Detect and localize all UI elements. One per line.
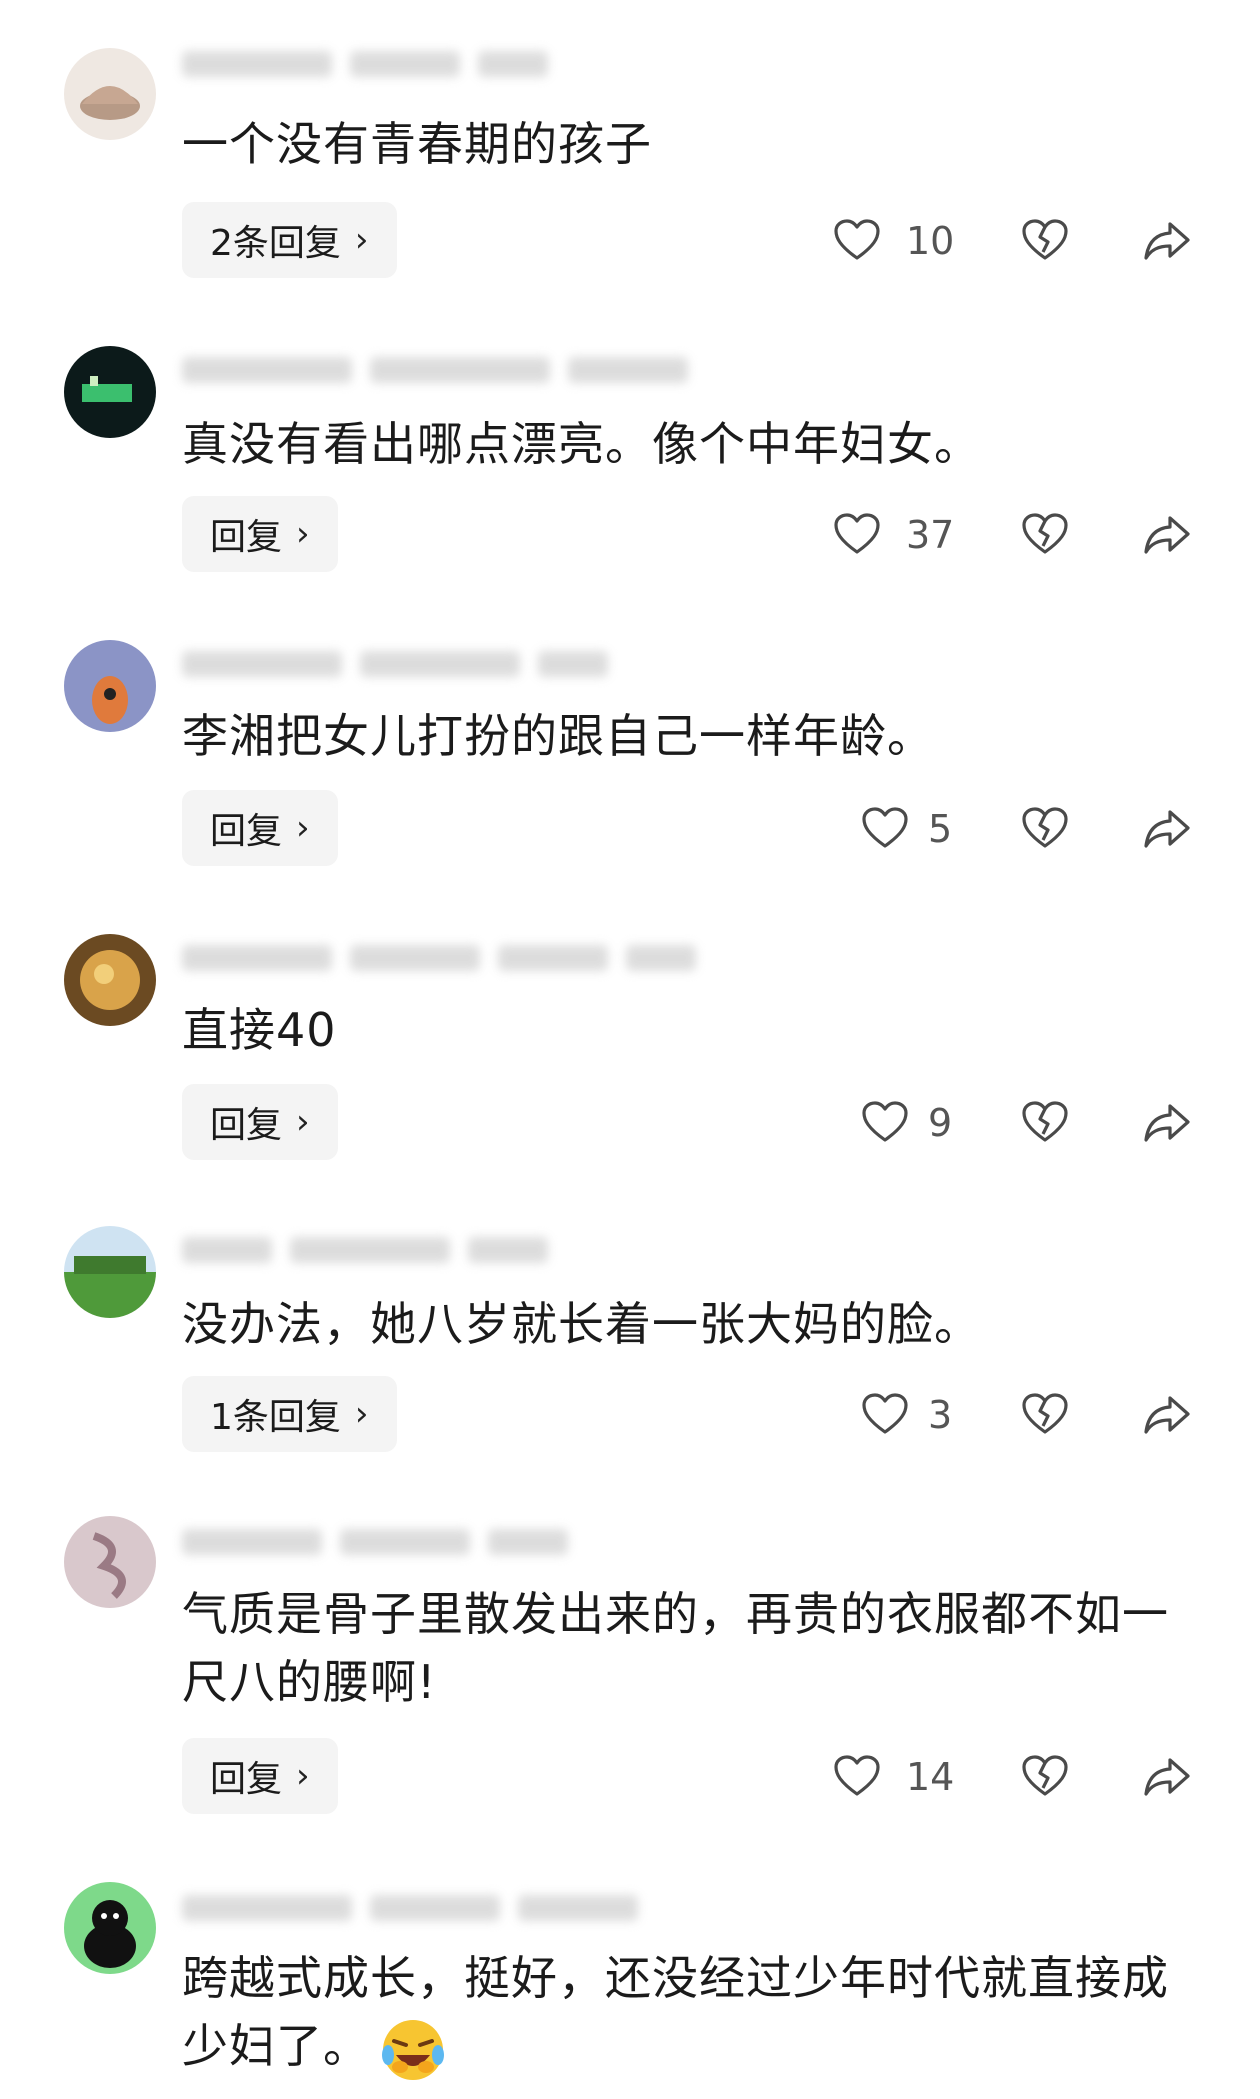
comment-text: 没办法，她八岁就长着一张大妈的脸。: [182, 1297, 981, 1351]
reply-button[interactable]: 2条回复 ›: [182, 202, 397, 278]
heart-outline-icon[interactable]: [832, 510, 882, 560]
chevron-right-icon: ›: [296, 514, 310, 554]
share-arrow-icon[interactable]: [1142, 1098, 1192, 1148]
comment-text: 跨越式成长，挺好，还没经过少年时代就直接成少妇了。: [182, 1944, 1192, 2085]
user-meta-blurred: [182, 350, 722, 390]
comment-actions: 37: [820, 496, 1220, 572]
user-meta-blurred: [182, 44, 722, 84]
user-meta-blurred: [182, 938, 722, 978]
reply-label: 2条回复: [210, 223, 341, 264]
broken-heart-icon[interactable]: [1020, 804, 1070, 854]
chevron-right-icon: ›: [296, 1756, 310, 1796]
comment-text: 李湘把女儿打扮的跟自己一样年龄。: [182, 709, 934, 763]
broken-heart-icon[interactable]: [1020, 216, 1070, 266]
share-arrow-icon[interactable]: [1142, 804, 1192, 854]
comment-actions: 5: [820, 790, 1220, 866]
user-meta-blurred: [182, 1522, 722, 1562]
comment-text: 一个没有青春期的孩子: [182, 117, 652, 171]
avatar[interactable]: [64, 934, 156, 1026]
reply-label: 回复: [210, 811, 283, 852]
heart-outline-icon[interactable]: [832, 1752, 882, 1802]
comment-text: 气质是骨子里散发出来的，再贵的衣服都不如一尺八的腰啊!: [182, 1587, 1169, 1709]
comment-actions: 14: [820, 1738, 1220, 1814]
reply-label: 回复: [210, 1105, 283, 1146]
comment-text: 直接40: [182, 1003, 337, 1057]
broken-heart-icon[interactable]: [1020, 1098, 1070, 1148]
chevron-right-icon: ›: [354, 220, 369, 260]
chevron-right-icon: ›: [354, 1394, 369, 1434]
reply-button[interactable]: 1条回复 ›: [182, 1376, 397, 1452]
share-arrow-icon[interactable]: [1142, 216, 1192, 266]
like-count: 5: [928, 807, 953, 851]
comment-text: 真没有看出哪点漂亮。像个中年妇女。: [182, 417, 981, 471]
chevron-right-icon: ›: [296, 808, 310, 848]
chevron-right-icon: ›: [296, 1102, 310, 1142]
user-meta-blurred: [182, 644, 722, 684]
avatar[interactable]: [64, 1516, 156, 1608]
avatar[interactable]: [64, 1882, 156, 1974]
heart-outline-icon[interactable]: [860, 1390, 910, 1440]
share-arrow-icon[interactable]: [1142, 510, 1192, 560]
share-arrow-icon[interactable]: [1142, 1752, 1192, 1802]
comment-text-content: 跨越式成长，挺好，还没经过少年时代就直接成少妇了。: [182, 1951, 1169, 2073]
heart-outline-icon[interactable]: [860, 1098, 910, 1148]
share-arrow-icon[interactable]: [1142, 1390, 1192, 1440]
like-count: 37: [906, 513, 955, 557]
broken-heart-icon[interactable]: [1020, 510, 1070, 560]
like-count: 14: [906, 1755, 955, 1799]
avatar[interactable]: [64, 48, 156, 140]
reply-button[interactable]: 回复 ›: [182, 496, 338, 572]
like-count: 9: [928, 1101, 953, 1145]
comment-actions: 3: [820, 1376, 1220, 1452]
reply-label: 回复: [210, 1759, 283, 1800]
user-meta-blurred: [182, 1230, 722, 1270]
like-count: 10: [906, 219, 955, 263]
comment-actions: 9: [820, 1084, 1220, 1160]
reply-button[interactable]: 回复 ›: [182, 1084, 338, 1160]
reply-label: 回复: [210, 517, 283, 558]
like-count: 3: [928, 1393, 953, 1437]
avatar[interactable]: [64, 640, 156, 732]
avatar[interactable]: [64, 346, 156, 438]
reply-button[interactable]: 回复 ›: [182, 1738, 338, 1814]
user-meta-blurred: [182, 1888, 722, 1928]
reply-button[interactable]: 回复 ›: [182, 790, 338, 866]
laughing-crying-emoji-icon: [378, 2015, 448, 2085]
broken-heart-icon[interactable]: [1020, 1390, 1070, 1440]
comment-actions: 10: [820, 202, 1220, 278]
avatar[interactable]: [64, 1226, 156, 1318]
broken-heart-icon[interactable]: [1020, 1752, 1070, 1802]
heart-outline-icon[interactable]: [832, 216, 882, 266]
reply-label: 1条回复: [210, 1397, 341, 1438]
heart-outline-icon[interactable]: [860, 804, 910, 854]
